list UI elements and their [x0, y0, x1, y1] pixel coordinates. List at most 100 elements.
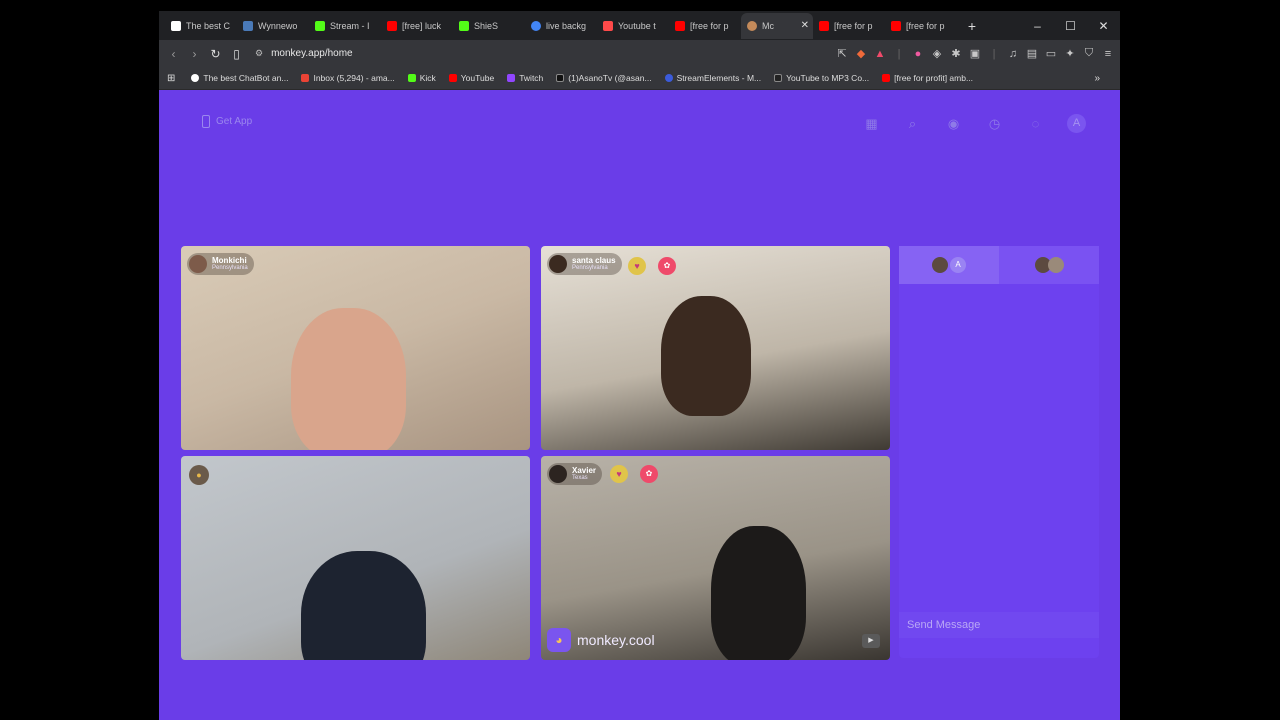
site-settings-icon[interactable]: ⚙ [255, 48, 263, 59]
bookmarks-bar: ⊞ The best ChatBot an... Inbox (5,294) -… [159, 67, 1120, 90]
tab[interactable]: Wynnewo [237, 13, 309, 39]
sidebar-icon[interactable]: ▤ [1026, 47, 1038, 60]
participant-video [291, 308, 406, 450]
close-tab-icon[interactable]: ✕ [801, 20, 809, 31]
divider-icon: | [992, 47, 996, 60]
bookmark-item[interactable]: StreamElements - M... [664, 73, 761, 83]
search-icon[interactable]: ⌕ [903, 114, 922, 133]
gift-icon[interactable]: ✿ [640, 465, 658, 483]
bookmark-item[interactable]: YouTube [448, 73, 494, 83]
bookmark-item[interactable]: Twitch [507, 73, 543, 83]
friends-icon[interactable]: ◉ [944, 114, 963, 133]
history-icon[interactable]: ◷ [985, 114, 1004, 133]
bookmark-label: The best ChatBot an... [203, 73, 289, 83]
bookmark-item[interactable]: Inbox (5,294) - ama... [301, 73, 395, 83]
tab[interactable]: The best C [165, 13, 237, 39]
tab[interactable]: live backg [525, 13, 597, 39]
tab[interactable]: [free for p [813, 13, 885, 39]
bookmark-label: (1)AsanoTv (@asan... [568, 73, 652, 83]
video-tile[interactable]: Monkichi Pennsylvania [181, 246, 530, 450]
profile-avatar[interactable]: A [1067, 114, 1086, 133]
user-name: Monkichi [212, 256, 247, 265]
forward-icon[interactable]: › [184, 47, 205, 61]
chat-icon[interactable]: ◌ [1026, 114, 1045, 133]
tab-favicon-icon [531, 20, 541, 31]
video-tile[interactable]: ● [181, 456, 530, 660]
tab[interactable]: [free for p [669, 13, 741, 39]
tab-favicon-icon [315, 20, 325, 31]
share-icon[interactable]: ⇱ [836, 47, 848, 60]
heart-icon[interactable]: ♥ [628, 257, 646, 275]
user-badge[interactable]: santa claus Pennsylvania [547, 253, 622, 275]
bookmark-label: Inbox (5,294) - ama... [313, 73, 395, 83]
tab-favicon-icon [243, 20, 253, 31]
close-window-icon[interactable]: ✕ [1087, 19, 1120, 33]
tab-label: [free] luck [402, 20, 442, 31]
chat-tab-group[interactable] [999, 246, 1099, 284]
minimize-icon[interactable]: – [1021, 19, 1054, 33]
user-badge[interactable]: Xavier Texas [547, 463, 603, 485]
tab-label: live backg [546, 20, 587, 31]
apps-icon[interactable]: ⊞ [167, 73, 175, 84]
screenshot-icon[interactable]: ▣ [969, 47, 981, 60]
brave-shield-icon[interactable]: ◆ [855, 47, 867, 60]
video-tile[interactable]: Xavier Texas ♥ ✿ ◕ monkey.cool ▶ [541, 456, 890, 660]
bookmark-item[interactable]: The best ChatBot an... [191, 73, 288, 83]
user-badge[interactable]: Monkichi Pennsylvania [187, 253, 254, 275]
leo-icon[interactable]: ✦ [1064, 47, 1076, 60]
participant-video [661, 296, 751, 416]
bookmark-label: YouTube to MP3 Co... [786, 73, 870, 83]
chat-tab-me[interactable]: A [899, 246, 999, 284]
tab[interactable]: Youtube t [597, 13, 669, 39]
puzzle-icon[interactable]: ✱ [950, 47, 962, 60]
gift-icon[interactable]: ✿ [658, 257, 676, 275]
tab[interactable]: Stream - I [309, 13, 381, 39]
user-name: Xavier [572, 466, 597, 475]
url-text: monkey.app/home [271, 48, 353, 59]
bookmark-label: Twitch [519, 73, 544, 83]
tab-favicon-icon [171, 20, 181, 31]
music-icon[interactable]: ♫ [1007, 48, 1019, 60]
video-grid: Monkichi Pennsylvania santa claus Pennsy… [181, 246, 891, 660]
address-bar[interactable]: ⚙ monkey.app/home [255, 43, 855, 65]
extension-t-icon[interactable]: ● [912, 48, 924, 60]
user-avatar [932, 257, 948, 273]
tab-label: Mc [762, 20, 774, 31]
maximize-icon[interactable]: ☐ [1054, 19, 1087, 33]
user-location: Texas [572, 475, 588, 481]
get-app-button[interactable]: Get App [202, 115, 252, 128]
tab-active[interactable]: Mc ✕ [741, 12, 813, 39]
tab[interactable]: [free] luck [381, 13, 453, 39]
chat-panel: A [899, 246, 1099, 658]
bookmark-item[interactable]: [free for profit] amb... [882, 73, 973, 83]
camera-switch-icon[interactable]: ▶ [862, 634, 880, 648]
new-tab-icon[interactable]: + [961, 18, 983, 34]
rewards-icon[interactable]: ▲ [874, 48, 886, 60]
extension-icon[interactable]: ◈ [931, 47, 943, 60]
tab[interactable]: [free for p [885, 13, 957, 39]
tab-favicon-icon [747, 20, 757, 31]
bookmark-label: Kick [419, 73, 436, 83]
tab-label: [free for p [834, 20, 873, 31]
tab-label: Stream - I [330, 20, 370, 31]
bookmark-item[interactable]: YouTube to MP3 Co... [774, 73, 869, 83]
heart-icon[interactable]: ♥ [610, 465, 628, 483]
vpn-icon[interactable]: ⛉ [1083, 47, 1095, 60]
get-app-label: Get App [216, 116, 253, 127]
wallet-icon[interactable]: ▭ [1045, 47, 1057, 60]
tab-strip: The best C Wynnewo Stream - I [free] luc… [159, 11, 1120, 40]
video-tile[interactable]: santa claus Pennsylvania ♥ ✿ [541, 246, 890, 450]
bookmark-item[interactable]: (1)AsanoTv (@asan... [556, 73, 652, 83]
send-message-input[interactable] [899, 612, 1099, 638]
bookmark-item[interactable]: Kick [407, 73, 436, 83]
bookmark-icon[interactable]: ▯ [226, 47, 247, 61]
back-icon[interactable]: ‹ [163, 47, 184, 61]
tab-favicon-icon [387, 20, 397, 31]
more-bookmarks-icon[interactable]: » [1094, 73, 1100, 84]
bookmark-favicon-icon [556, 74, 565, 82]
gift-box-icon[interactable]: ▦ [862, 114, 881, 133]
tab-favicon-icon [891, 20, 901, 31]
menu-icon[interactable]: ≡ [1102, 48, 1114, 60]
tab[interactable]: ShieS [453, 13, 525, 39]
reload-icon[interactable]: ↻ [205, 47, 226, 61]
